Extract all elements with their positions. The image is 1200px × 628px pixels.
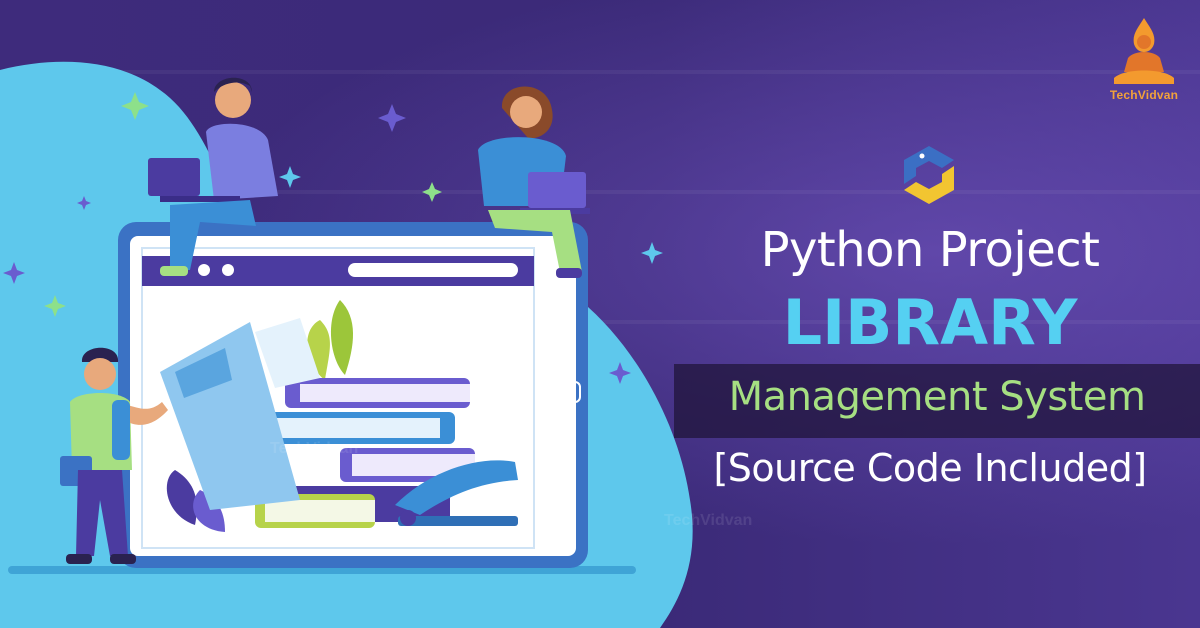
watermark: TechVidvan	[270, 440, 359, 457]
headline-management-system: Management System	[728, 374, 1146, 420]
python-logo-icon	[904, 146, 954, 204]
headline-python-project: Python Project	[760, 222, 1100, 278]
brand-logo-text: TechVidvan	[1109, 88, 1179, 102]
headline-library: LIBRARY	[782, 286, 1078, 359]
brand-logo: TechVidvan	[1104, 14, 1184, 104]
headline-source-code: [Source Code Included]	[713, 446, 1147, 490]
watermark: TechVidvan	[664, 512, 753, 529]
library-illustration	[3, 77, 663, 574]
meditating-figure-icon	[1114, 18, 1174, 84]
